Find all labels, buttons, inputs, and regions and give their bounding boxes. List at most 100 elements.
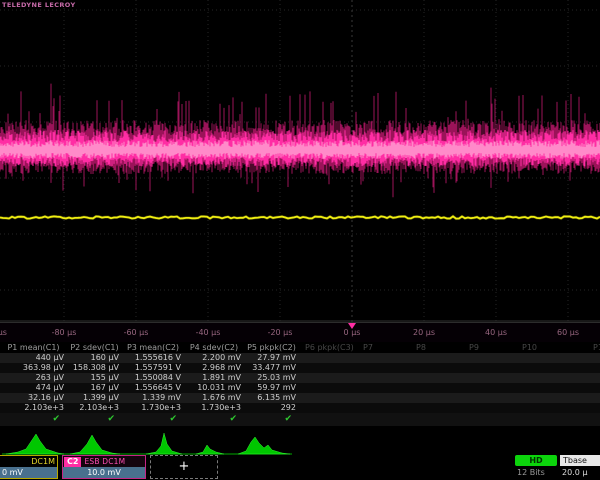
measure-value-p2: 167 µV (67, 383, 122, 393)
measure-value-p1: 363.98 µV (0, 363, 67, 373)
measure-value-p10 (516, 373, 569, 383)
status-check-p3: ✔ (122, 413, 184, 426)
status-check-p11 (569, 413, 600, 426)
status-check-p2: ✔ (67, 413, 122, 426)
hd-mode-badge[interactable]: HD (515, 455, 557, 466)
measure-value-p5: 6.135 mV (244, 393, 299, 403)
measure-value-p11 (569, 403, 600, 413)
measure-stat-row: 440 µV160 µV1.555616 V2.200 mV27.97 mV (0, 353, 600, 363)
measure-value-p10 (516, 383, 569, 393)
measure-value-p4: 10.031 mV (184, 383, 244, 393)
measure-value-p5: 25.03 mV (244, 373, 299, 383)
time-axis-label: -80 µs (52, 328, 77, 337)
measure-value-p8 (410, 363, 463, 373)
param-histicon[interactable] (6, 434, 64, 454)
param-header-p11: P11 (569, 342, 600, 353)
brand-logo: TELEDYNE LECROY (2, 1, 76, 9)
timebase-descriptor[interactable]: Tbase (560, 455, 600, 466)
status-check-p10 (516, 413, 569, 426)
add-trace-button[interactable]: + (150, 455, 218, 479)
measure-value-p7 (357, 353, 410, 363)
status-check-p6 (299, 413, 357, 426)
time-axis-label: -100 µs (0, 328, 7, 337)
measure-value-p1: 474 µV (0, 383, 67, 393)
channel-c1-descriptor[interactable]: DC1M 0 mV (0, 455, 58, 479)
measure-value-p2: 155 µV (67, 373, 122, 383)
time-axis-label: -20 µs (268, 328, 293, 337)
oscilloscope-screen: TELEDYNE LECROY -100 µs -80 µs -60 µs -40 µ… (0, 0, 600, 480)
measure-value-p5: 33.477 mV (244, 363, 299, 373)
measure-value-p10 (516, 353, 569, 363)
status-check-p7 (357, 413, 410, 426)
measure-value-p9 (463, 353, 516, 363)
trace-c2-and-c1 (0, 0, 600, 322)
measure-value-p11 (569, 353, 600, 363)
waveform-display[interactable] (0, 0, 600, 322)
measure-value-p1: 2.103e+3 (0, 403, 67, 413)
param-header-p4[interactable]: P4 sdev(C2) (184, 342, 244, 353)
measure-value-p6 (299, 353, 357, 363)
measure-value-p4: 1.676 mV (184, 393, 244, 403)
c2-coupling-label: ESB DC1M (84, 457, 125, 466)
measure-value-p2: 160 µV (67, 353, 122, 363)
measure-value-p4: 1.730e+3 (184, 403, 244, 413)
measure-value-p8 (410, 403, 463, 413)
measure-value-p10 (516, 403, 569, 413)
measure-value-p3: 1.730e+3 (122, 403, 184, 413)
time-axis-label: 0 µs (344, 328, 361, 337)
time-axis-label: 40 µs (485, 328, 507, 337)
measure-value-p11 (569, 393, 600, 403)
measure-value-p7 (357, 383, 410, 393)
measure-value-p11 (569, 383, 600, 393)
measure-value-p6 (299, 363, 357, 373)
param-header-p5[interactable]: P5 pkpk(C2) (244, 342, 299, 353)
measure-value-p4: 2.968 mV (184, 363, 244, 373)
status-check-p4: ✔ (184, 413, 244, 426)
measure-value-p3: 1.556645 V (122, 383, 184, 393)
time-axis-label: 60 µs (557, 328, 579, 337)
c1-scale-label: 0 mV (0, 467, 57, 478)
param-header-p2[interactable]: P2 sdev(C1) (67, 342, 122, 353)
status-check-p1: ✔ (0, 413, 67, 426)
time-axis-label: -60 µs (124, 328, 149, 337)
measure-value-p9 (463, 373, 516, 383)
measure-value-p10 (516, 393, 569, 403)
measure-value-p9 (463, 403, 516, 413)
channel-c2-descriptor[interactable]: C2 ESB DC1M 10.0 mV (62, 455, 146, 479)
measure-value-p4: 1.891 mV (184, 373, 244, 383)
measure-value-p7 (357, 393, 410, 403)
status-check-p9 (463, 413, 516, 426)
timebase-value: 20.0 µ (562, 468, 587, 477)
measure-value-p9 (463, 363, 516, 373)
measure-value-p5: 292 (244, 403, 299, 413)
param-header-p3[interactable]: P3 mean(C2) (122, 342, 184, 353)
measure-stat-row: 2.103e+32.103e+31.730e+31.730e+3292 (0, 403, 600, 413)
c2-scale-label: 10.0 mV (63, 467, 145, 478)
time-axis-label: 20 µs (413, 328, 435, 337)
c1-coupling-label: DC1M (0, 456, 57, 467)
status-check-p5: ✔ (244, 413, 299, 426)
measure-value-p8 (410, 353, 463, 363)
param-header-p1[interactable]: P1 mean(C1) (0, 342, 67, 353)
measure-value-p8 (410, 393, 463, 403)
trigger-position-marker[interactable] (348, 323, 356, 329)
measure-value-p3: 1.339 mV (122, 393, 184, 403)
measure-value-p3: 1.555616 V (122, 353, 184, 363)
time-axis-label: -40 µs (196, 328, 221, 337)
param-header-p9: P9 (463, 342, 516, 353)
param-histicon[interactable] (146, 433, 182, 454)
measure-value-p6 (299, 393, 357, 403)
measure-value-p8 (410, 383, 463, 393)
descriptor-row: DC1M 0 mV C2 ESB DC1M 10.0 mV + HD 12 Bi… (0, 452, 600, 480)
measure-value-p6 (299, 383, 357, 393)
measure-value-p5: 59.97 mV (244, 383, 299, 393)
measure-value-p1: 440 µV (0, 353, 67, 363)
measure-value-p5: 27.97 mV (244, 353, 299, 363)
measure-value-p4: 2.200 mV (184, 353, 244, 363)
measure-value-p10 (516, 363, 569, 373)
measure-value-p7 (357, 373, 410, 383)
c2-channel-badge: C2 (64, 457, 81, 467)
measure-value-p2: 1.399 µV (67, 393, 122, 403)
timebase-axis[interactable]: -100 µs -80 µs -60 µs -40 µs -20 µs 0 µs 20 µs… (0, 322, 600, 343)
measure-value-p11 (569, 363, 600, 373)
